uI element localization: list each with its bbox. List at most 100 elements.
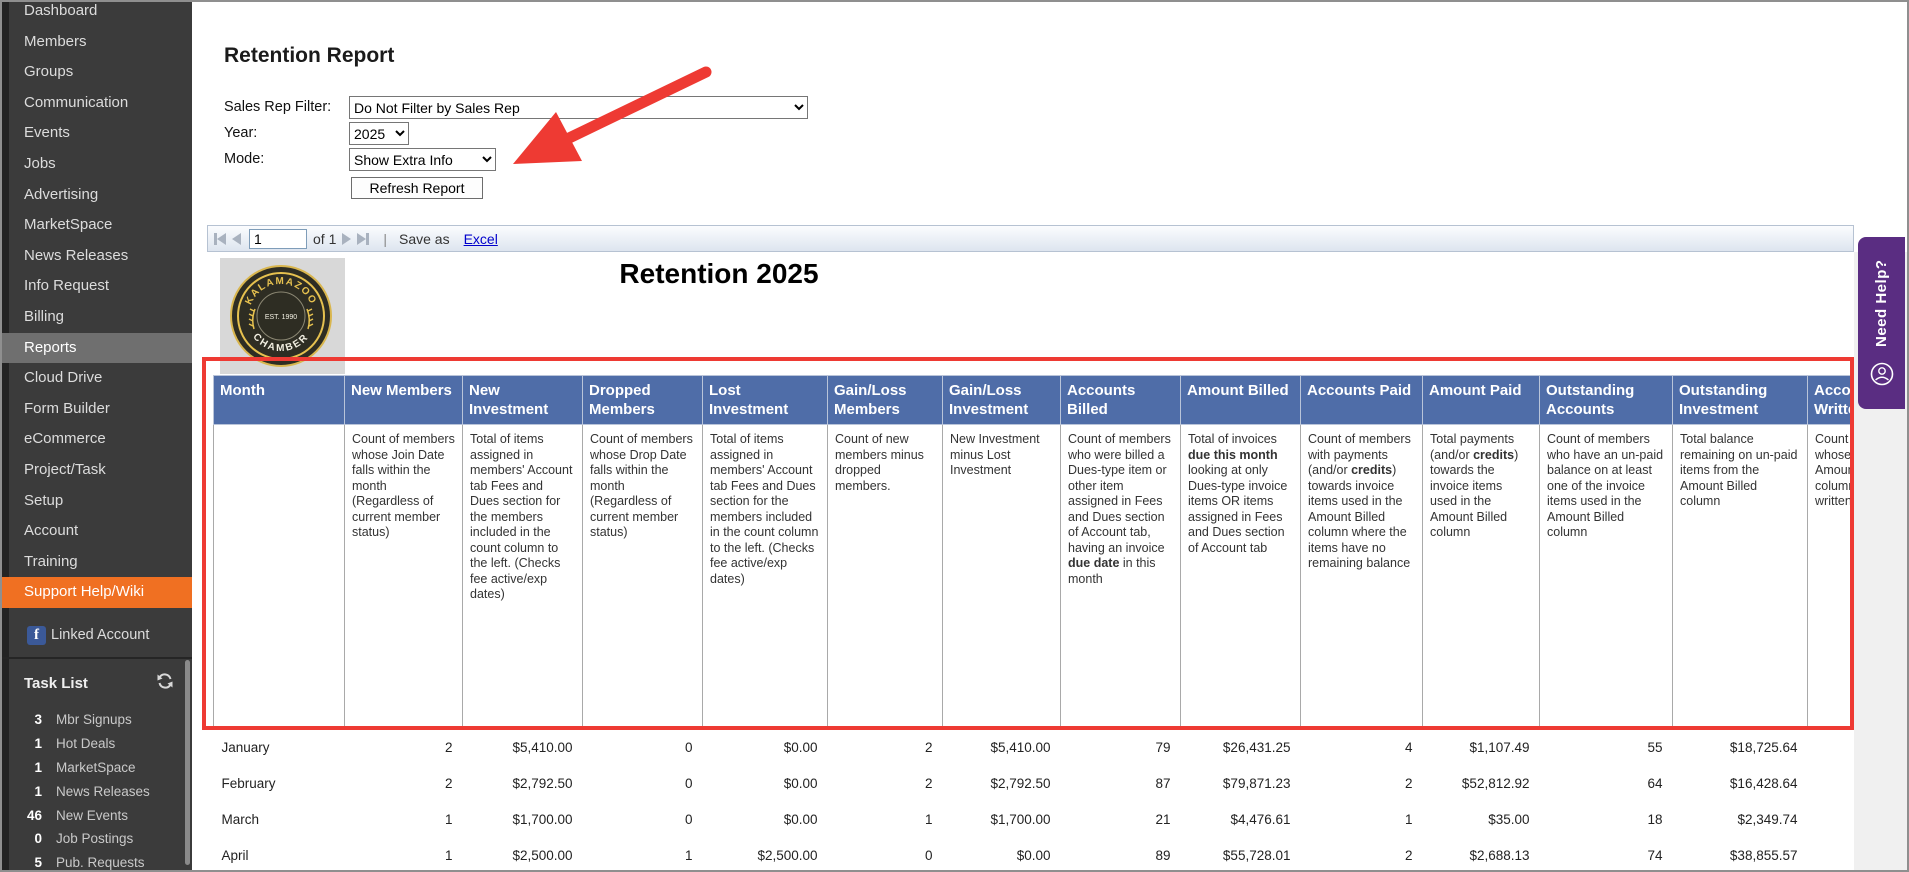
col-header-outstanding-accounts: Outstanding Accounts: [1539, 375, 1673, 425]
sidebar-item-support-help-wiki[interactable]: Support Help/Wiki: [2, 577, 192, 608]
save-as-label: Save as: [399, 230, 450, 247]
col-header-gain-loss-members: Gain/Loss Members: [827, 375, 943, 425]
table-row-march: March 1 $1,700.00 0 $0.00 1 $1,700.00 21…: [214, 802, 1855, 838]
task-item-pub-requests[interactable]: 5 Pub. Requests: [2, 851, 192, 871]
first-page-icon[interactable]: [214, 232, 226, 245]
task-item-mbr-signups[interactable]: 3 Mbr Signups: [2, 708, 192, 732]
col-desc-gain-loss-members: Count of new members minus dropped membe…: [827, 424, 943, 730]
report-toolbar: of 1 | Save as Excel: [207, 225, 1854, 252]
task-label: Mbr Signups: [56, 712, 132, 728]
col-desc-dropped-members: Count of members whose Drop Date falls w…: [582, 424, 703, 730]
task-label: Job Postings: [56, 831, 134, 847]
task-label: Hot Deals: [56, 736, 116, 752]
month-cell: April: [221, 848, 249, 863]
sales-rep-filter-label: Sales Rep Filter:: [224, 99, 332, 115]
sidebar-item-account[interactable]: Account: [2, 516, 192, 547]
report-viewer: KALAMAZOO CHAMBER EST. 1990 Retention 20…: [207, 252, 1855, 870]
sidebar-item-dashboard[interactable]: Dashboard: [2, 2, 192, 27]
page-count-label: of 1: [313, 230, 337, 247]
col-header-gain-loss-investment: Gain/Loss Investment: [942, 375, 1061, 425]
app-window: Dashboard Members Groups Communication E…: [0, 0, 1909, 872]
task-count: 1: [34, 783, 42, 799]
svg-text:EST. 1990: EST. 1990: [265, 314, 297, 321]
retention-table: Month New Members New Investment Dropped…: [213, 375, 1855, 870]
task-label: Pub. Requests: [56, 855, 145, 871]
year-select[interactable]: 2025: [349, 122, 409, 145]
sidebar-item-advertising[interactable]: Advertising: [2, 180, 192, 211]
sidebar-item-reports[interactable]: Reports: [2, 332, 192, 364]
sidebar-item-groups[interactable]: Groups: [2, 57, 192, 88]
col-header-lost-investment: Lost Investment: [702, 375, 828, 425]
col-desc-new-members: Count of members whose Join Date falls w…: [344, 424, 463, 730]
save-as-excel-link[interactable]: Excel: [464, 231, 498, 247]
col-desc-month: [213, 424, 345, 730]
sidebar-item-project-task[interactable]: Project/Task: [2, 455, 192, 486]
sidebar-item-training[interactable]: Training: [2, 547, 192, 578]
page-number-input[interactable]: [249, 228, 307, 249]
sidebar-item-marketspace[interactable]: MarketSpace: [2, 210, 192, 241]
col-desc-accounts-written-off: Count of members whose items in the Amou…: [1807, 424, 1854, 730]
need-help-tab[interactable]: Need Help?: [1858, 237, 1905, 409]
task-item-marketspace[interactable]: 1 MarketSpace: [2, 756, 192, 780]
sidebar-item-cloud-drive[interactable]: Cloud Drive: [2, 363, 192, 394]
month-cell: March: [221, 812, 260, 827]
col-desc-amount-billed: Total of invoices due this month looking…: [1180, 424, 1301, 730]
sidebar-item-communication[interactable]: Communication: [2, 88, 192, 119]
col-header-accounts-billed: Accounts Billed: [1060, 375, 1181, 425]
table-row-january: January 2 $5,410.00 0 $0.00 2 $5,410.00 …: [214, 730, 1855, 766]
sales-rep-filter-select[interactable]: Do Not Filter by Sales Rep: [349, 96, 808, 119]
col-header-accounts-paid: Accounts Paid: [1300, 375, 1423, 425]
task-item-new-events[interactable]: 46 New Events: [2, 803, 192, 827]
toolbar-separator: |: [383, 230, 387, 247]
col-header-new-investment: New Investment: [462, 375, 583, 425]
sidebar-divider: [2, 657, 192, 659]
col-desc-amount-paid: Total payments (and/or credits) towards …: [1422, 424, 1540, 730]
year-filter-label: Year:: [224, 125, 258, 141]
task-count: 3: [34, 712, 42, 728]
refresh-report-button[interactable]: Refresh Report: [351, 177, 483, 199]
col-header-outstanding-investment: Outstanding Investment: [1672, 375, 1808, 425]
task-item-job-postings[interactable]: 0 Job Postings: [2, 827, 192, 851]
mode-filter-label: Mode:: [224, 151, 265, 167]
task-item-news-releases[interactable]: 1 News Releases: [2, 779, 192, 803]
col-desc-outstanding-investment: Total balance remaining on un-paid items…: [1672, 424, 1808, 730]
refresh-icon[interactable]: [156, 672, 174, 695]
linked-account-label: Linked Account: [51, 627, 150, 643]
sidebar-item-members[interactable]: Members: [2, 27, 192, 58]
prev-page-icon[interactable]: [232, 232, 241, 245]
col-header-month: Month: [213, 375, 345, 425]
mode-select[interactable]: Show Extra Info: [349, 148, 496, 171]
col-header-new-members: New Members: [344, 375, 463, 425]
col-header-accounts-written-off: Accounts Written Off: [1807, 375, 1854, 425]
help-person-icon: [1869, 361, 1895, 392]
table-row-february: February 2 $2,792.50 0 $0.00 2 $2,792.50…: [214, 766, 1855, 802]
col-desc-gain-loss-investment: New Investment minus Lost Investment: [942, 424, 1061, 730]
task-count: 1: [34, 759, 42, 775]
sidebar-item-linked-account[interactable]: f Linked Account: [2, 622, 192, 648]
col-header-amount-paid: Amount Paid: [1422, 375, 1540, 425]
task-label: MarketSpace: [56, 759, 136, 775]
chamber-logo: KALAMAZOO CHAMBER EST. 1990: [220, 258, 345, 374]
last-page-icon[interactable]: [357, 232, 370, 245]
sidebar-item-ecommerce[interactable]: eCommerce: [2, 424, 192, 455]
sidebar-scrollbar[interactable]: [185, 660, 190, 865]
facebook-icon: f: [27, 625, 46, 645]
column-description-row: Count of members whose Join Date falls w…: [213, 424, 1854, 730]
sidebar-item-billing[interactable]: Billing: [2, 302, 192, 333]
sidebar: Dashboard Members Groups Communication E…: [2, 2, 192, 871]
col-header-dropped-members: Dropped Members: [582, 375, 703, 425]
sidebar-item-news-releases[interactable]: News Releases: [2, 241, 192, 272]
task-count: 0: [34, 831, 42, 847]
sidebar-item-info-request[interactable]: Info Request: [2, 271, 192, 302]
col-desc-accounts-billed: Count of members who were billed a Dues-…: [1060, 424, 1181, 730]
next-page-icon[interactable]: [342, 232, 352, 245]
sidebar-item-jobs[interactable]: Jobs: [2, 149, 192, 180]
sidebar-item-form-builder[interactable]: Form Builder: [2, 394, 192, 425]
sidebar-item-events[interactable]: Events: [2, 118, 192, 149]
task-item-hot-deals[interactable]: 1 Hot Deals: [2, 732, 192, 756]
task-label: News Releases: [56, 783, 150, 799]
sidebar-menu: Dashboard Members Groups Communication E…: [2, 2, 192, 608]
col-desc-outstanding-accounts: Count of members who have an un-paid bal…: [1539, 424, 1673, 730]
sidebar-item-setup[interactable]: Setup: [2, 486, 192, 517]
task-list: 3 Mbr Signups 1 Hot Deals 1 MarketSpace …: [2, 708, 192, 871]
